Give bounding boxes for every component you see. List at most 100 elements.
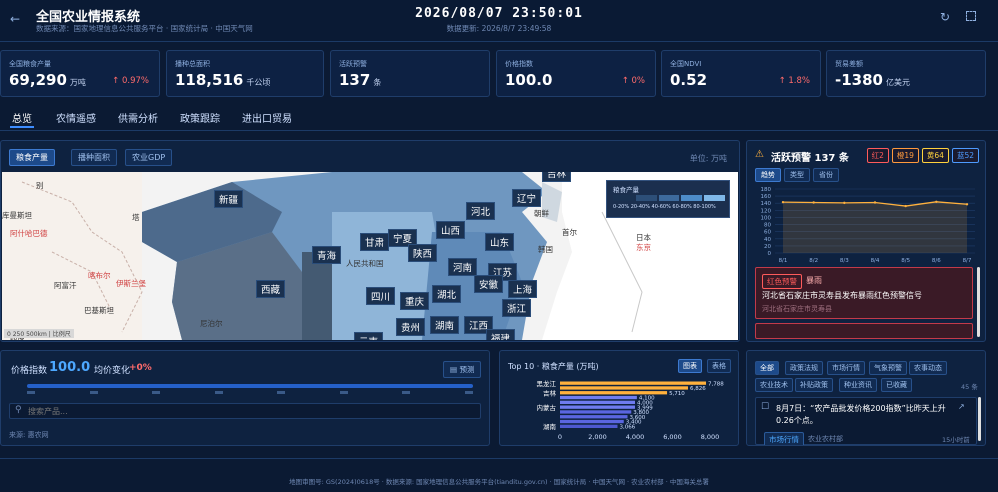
- alert-tab-1[interactable]: 类型: [784, 168, 810, 182]
- news-filter-chip[interactable]: 气象预警: [869, 361, 907, 375]
- price-slider[interactable]: [27, 384, 473, 388]
- province-label[interactable]: 青海: [312, 246, 342, 264]
- bar[interactable]: [560, 424, 618, 428]
- forecast-button[interactable]: ▤ 预测: [443, 361, 482, 378]
- alert-tab-2[interactable]: 省份: [813, 168, 839, 182]
- province-label[interactable]: 福建: [486, 329, 516, 340]
- news-filter-chip[interactable]: 补贴政策: [795, 378, 833, 392]
- map-place-label: 喀布尔: [88, 271, 111, 280]
- bar[interactable]: [560, 419, 624, 424]
- data-point[interactable]: [873, 201, 877, 204]
- province-label[interactable]: 山西: [436, 221, 466, 239]
- news-filter-chip[interactable]: 政策法规: [785, 361, 823, 375]
- province-label[interactable]: 甘肃: [360, 233, 390, 251]
- refresh-icon[interactable]: ↻: [940, 10, 950, 24]
- alert-tab-0[interactable]: 趋势: [755, 168, 781, 182]
- x-tick-label: 8/5: [901, 258, 910, 264]
- news-scrollbar[interactable]: [978, 397, 981, 441]
- news-filter-chip[interactable]: 农业技术: [755, 378, 793, 392]
- y-tick-label: 20: [764, 244, 771, 250]
- price-search-input[interactable]: [28, 405, 468, 417]
- price-label: 价格指数: [11, 366, 48, 376]
- top10-panel: Top 10 · 粮食产量 (万吨) 图表 表格 7,788 黑龙江 6,826 5,…: [499, 350, 739, 446]
- province-label[interactable]: 重庆: [400, 292, 430, 310]
- bar[interactable]: [560, 400, 635, 404]
- kpi-card[interactable]: 全国NDVI 0.52 ↑ 1.8%: [661, 50, 821, 97]
- kpi-card[interactable]: 全国粮食产量 69,290 万吨 ↑ 0.97%: [0, 50, 160, 97]
- kpi-card[interactable]: 播种总面积 118,516 千公顷: [166, 50, 324, 97]
- external-link-icon[interactable]: ↗: [958, 402, 965, 411]
- province-label[interactable]: 云南: [354, 332, 384, 340]
- province-label[interactable]: 西藏: [256, 280, 286, 298]
- province-label[interactable]: 四川: [366, 287, 396, 305]
- footer-divider: [0, 458, 998, 459]
- province-label[interactable]: 湖南: [430, 316, 460, 334]
- bar[interactable]: [560, 381, 707, 385]
- news-filter-chip[interactable]: 已收藏: [881, 378, 912, 392]
- data-point[interactable]: [843, 201, 846, 205]
- province-label[interactable]: 上海: [508, 280, 538, 298]
- alert-item[interactable]: 红色预警 暴雨 河北省石家庄市灵寿县发布暴雨红色预警信号 河北省石家庄市灵寿县: [755, 267, 973, 319]
- province-label[interactable]: 安徽: [474, 275, 504, 293]
- map-metric-button[interactable]: 粮食产量: [9, 149, 55, 166]
- alert-item-next[interactable]: [755, 323, 973, 339]
- tab-2[interactable]: 供需分析: [116, 108, 160, 128]
- news-item[interactable]: ☐ 8月7日：“农产品批发价格200指数”比昨天上升0.26个点。 ↗ 市场行情…: [755, 397, 977, 445]
- tab-4[interactable]: 进出口贸易: [240, 108, 294, 128]
- province-label[interactable]: 新疆: [214, 190, 244, 208]
- x-tick-label: 8/2: [809, 258, 818, 264]
- kpi-card[interactable]: 贸易差额 -1380 亿美元: [826, 50, 986, 97]
- chart-view-button[interactable]: 图表: [678, 359, 702, 373]
- province-label[interactable]: 贵州: [396, 318, 426, 336]
- data-point[interactable]: [781, 200, 785, 204]
- map-metric-button[interactable]: 播种面积: [71, 149, 117, 166]
- map-panel: 粮食产量 播种面积 农业GDP 单位: 万吨 新疆 河北 辽宁 甘肃 宁夏 山西 青海 陕西 山东河…: [0, 140, 740, 342]
- kpi-card[interactable]: 活跃预警 137 条: [330, 50, 490, 97]
- kpi-change: ↑ 0%: [621, 76, 645, 86]
- alert-trend-chart: 020406080 100120140160180 8/1 8/2 8/3 8/4 8/5 8…: [761, 187, 975, 264]
- bar[interactable]: [560, 395, 637, 400]
- province-label[interactable]: 浙江: [502, 299, 532, 317]
- alert-count-badge[interactable]: 蓝52: [951, 148, 979, 163]
- y-tick-label: 100: [761, 215, 772, 221]
- tab-3[interactable]: 政策跟踪: [178, 108, 222, 128]
- map-metric-button[interactable]: 农业GDP: [125, 149, 173, 166]
- tab-1[interactable]: 农情遥感: [54, 108, 98, 128]
- price-search[interactable]: ⚲: [9, 403, 481, 419]
- news-filter-chip[interactable]: 种业资讯: [839, 378, 877, 392]
- map-area[interactable]: 新疆 河北 辽宁 甘肃 宁夏 山西 青海 陕西 山东 河南 江苏 西藏 四川 湖北 安徽 上海 重庆 浙江 贵州 湖南…: [2, 172, 738, 340]
- alert-count-badge[interactable]: 黄64: [921, 148, 949, 163]
- province-label[interactable]: 陕西: [408, 244, 438, 262]
- kpi-card[interactable]: 价格指数 100.0 ↑ 0%: [496, 50, 656, 97]
- province-label[interactable]: 吉林: [542, 172, 572, 182]
- news-filter-chip[interactable]: 全部: [755, 361, 779, 375]
- province-label[interactable]: 山东: [485, 233, 515, 251]
- province-label[interactable]: 河北: [466, 202, 496, 220]
- category-label: 黑龙江: [537, 379, 557, 388]
- alert-count-badge[interactable]: 红2: [866, 148, 889, 163]
- bar[interactable]: [560, 405, 635, 409]
- scrollbar[interactable]: [977, 267, 980, 337]
- table-view-button[interactable]: 表格: [707, 359, 731, 373]
- alert-count-badge[interactable]: 橙19: [891, 148, 919, 163]
- province-label[interactable]: 湖北: [432, 285, 462, 303]
- province-label[interactable]: 河南: [448, 258, 478, 276]
- news-filter-chip[interactable]: 市场行情: [827, 361, 865, 375]
- map-place-label: 朝鲜: [534, 209, 549, 218]
- map-place-label: 阿什哈巴德: [10, 229, 48, 238]
- data-point[interactable]: [935, 200, 938, 203]
- news-filter-chip[interactable]: 农事动态: [909, 361, 947, 375]
- data-point[interactable]: [965, 203, 969, 206]
- bar[interactable]: [560, 415, 628, 419]
- bar[interactable]: [560, 386, 688, 390]
- category-label: 湖南: [543, 422, 557, 431]
- bookmark-icon[interactable]: ☐: [761, 402, 769, 412]
- tab-0[interactable]: 总览: [10, 108, 34, 128]
- province-label[interactable]: 辽宁: [512, 189, 542, 207]
- bar[interactable]: [560, 391, 668, 395]
- bar[interactable]: [560, 410, 632, 414]
- data-point[interactable]: [812, 201, 815, 204]
- data-point[interactable]: [904, 204, 907, 208]
- kpi-value-number: 69,290: [9, 71, 67, 89]
- fullscreen-icon[interactable]: [966, 11, 976, 21]
